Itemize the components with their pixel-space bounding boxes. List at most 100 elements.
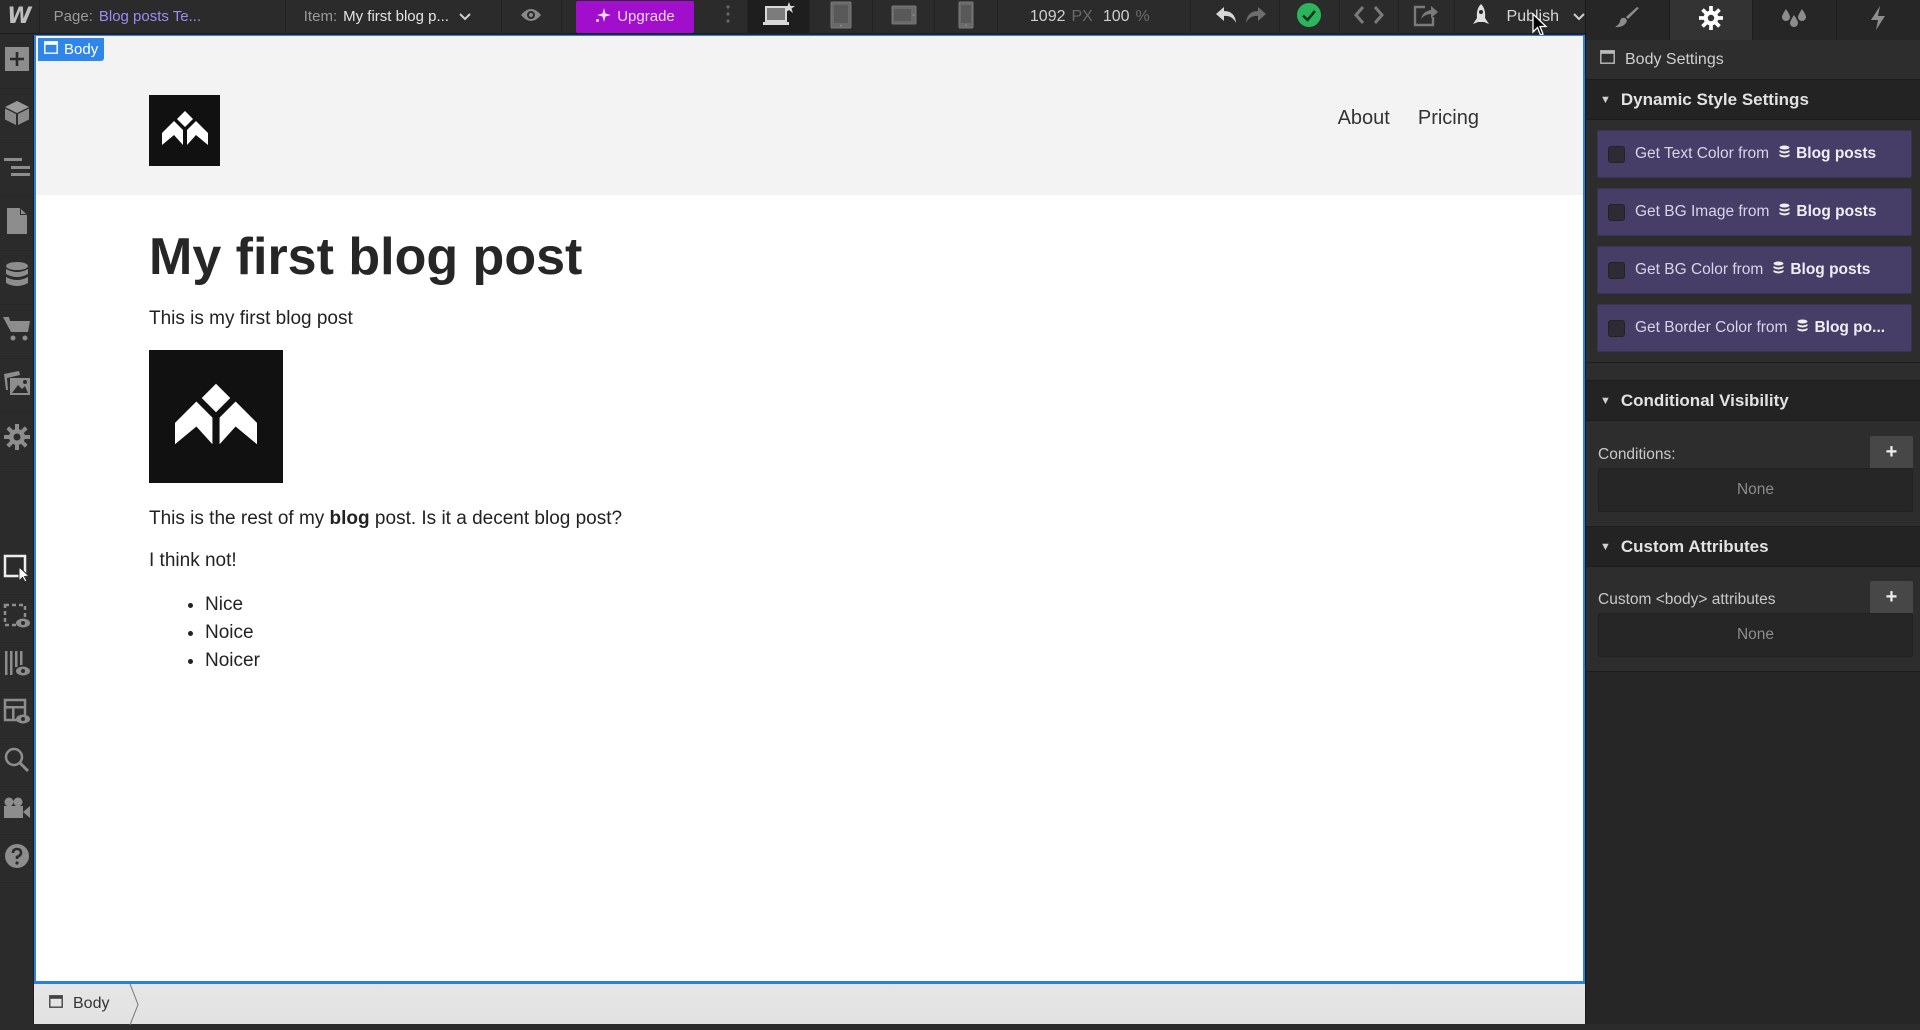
publish-button[interactable]: Publish: [1455, 0, 1585, 34]
conditions-row: Conditions: +: [1598, 436, 1913, 468]
cube-icon: [4, 100, 30, 131]
dynamic-border-color[interactable]: Get Border Color from Blog po...: [1597, 304, 1912, 352]
nav-link-pricing[interactable]: Pricing: [1418, 107, 1479, 130]
navigator-button[interactable]: [0, 143, 34, 197]
breadcrumb-item-body[interactable]: Body: [34, 984, 139, 1025]
body-window-icon: [44, 41, 58, 58]
checkbox[interactable]: [1608, 320, 1625, 337]
nav-link-about[interactable]: About: [1338, 107, 1390, 130]
assets-button[interactable]: [0, 359, 34, 413]
mountain-logo-icon: [175, 383, 257, 450]
xray-button[interactable]: [0, 643, 34, 691]
vertical-dots-icon: [726, 4, 730, 29]
site-navbar[interactable]: About Pricing: [36, 36, 1583, 195]
pages-button[interactable]: [0, 197, 34, 251]
section-dynamic-style[interactable]: ▼ Dynamic Style Settings: [1586, 80, 1920, 120]
tab-interactions[interactable]: [1753, 0, 1837, 40]
add-condition-button[interactable]: +: [1870, 436, 1913, 468]
gear-icon: [4, 424, 30, 455]
selected-element-tag[interactable]: Body: [38, 38, 104, 61]
canvas-width-unit: PX: [1071, 8, 1092, 26]
item-label: Item:: [304, 8, 337, 25]
dynamic-text-color[interactable]: Get Text Color from Blog posts: [1597, 130, 1912, 178]
body-window-icon: [1600, 50, 1615, 69]
add-attribute-button[interactable]: +: [1870, 581, 1913, 613]
search-icon: [4, 747, 30, 778]
conditions-empty: None: [1598, 468, 1913, 512]
guides-preview-button[interactable]: [0, 691, 34, 739]
breadcrumb-separator-icon: [129, 984, 139, 1030]
preview-edges-button[interactable]: [0, 595, 34, 643]
code-brackets-icon: [1354, 5, 1384, 29]
site-logo[interactable]: [149, 95, 220, 166]
search-button[interactable]: [0, 739, 34, 787]
post-title[interactable]: My first blog post: [149, 225, 1583, 289]
post-second-paragraph[interactable]: I think not!: [149, 549, 1583, 573]
tablet-icon: [830, 1, 852, 33]
post-body-paragraph[interactable]: This is the rest of my blog post. Is it …: [149, 507, 1583, 531]
layout-eye-icon: [3, 698, 31, 731]
custom-attributes-row: Custom <body> attributes +: [1598, 581, 1913, 613]
webflow-logo[interactable]: W: [0, 0, 40, 34]
checkbox[interactable]: [1608, 204, 1625, 221]
upgrade-button[interactable]: Upgrade: [576, 1, 694, 33]
section-conditional-visibility[interactable]: ▼ Conditional Visibility: [1586, 381, 1920, 421]
select-element-button[interactable]: [0, 547, 34, 595]
breakpoint-mobile-landscape[interactable]: [873, 0, 935, 34]
add-panel-button[interactable]: [0, 35, 34, 89]
tab-style[interactable]: [1586, 0, 1670, 40]
video-tutorials-button[interactable]: [0, 787, 34, 835]
list-item: Noicer: [205, 647, 1583, 675]
page-selector[interactable]: Page: Blog posts Te...: [40, 0, 286, 34]
publish-status-button[interactable]: [1280, 0, 1339, 34]
breakpoint-tablet[interactable]: [810, 0, 872, 34]
dynamic-style-list: Get Text Color from Blog posts Get BG Im…: [1586, 120, 1920, 363]
breakpoint-mobile-portrait[interactable]: [935, 0, 997, 34]
check-circle-icon: [1296, 2, 1322, 32]
post-image[interactable]: [149, 350, 283, 483]
brush-icon: [1614, 7, 1640, 34]
item-value: My first blog p...: [343, 8, 449, 25]
dynamic-bg-image[interactable]: Get BG Image from Blog posts: [1597, 188, 1912, 236]
canvas-width-value[interactable]: 1092: [1030, 8, 1066, 26]
checkbox[interactable]: [1608, 146, 1625, 163]
tab-lightning[interactable]: [1837, 0, 1920, 40]
breakpoint-desktop[interactable]: [748, 0, 810, 34]
canvas-dimensions: 1092 PX 100 %: [998, 0, 1191, 34]
redo-icon[interactable]: [1245, 6, 1267, 28]
preview-button[interactable]: [502, 0, 561, 34]
top-toolbar: W Page: Blog posts Te... Item: My first …: [0, 0, 1585, 34]
section-custom-attributes[interactable]: ▼ Custom Attributes: [1586, 527, 1920, 567]
undo-icon[interactable]: [1215, 6, 1237, 28]
page-label: Page:: [54, 8, 93, 25]
checkbox[interactable]: [1608, 262, 1625, 279]
nav-links: About Pricing: [1338, 107, 1479, 130]
item-selector[interactable]: Item: My first blog p...: [286, 0, 502, 34]
post-list[interactable]: Nice Noice Noicer: [149, 591, 1583, 675]
blog-post: My first blog post This is my first blog…: [36, 195, 1583, 675]
dynamic-bg-color[interactable]: Get BG Color from Blog posts: [1597, 246, 1912, 294]
more-options-button[interactable]: [708, 0, 748, 34]
design-canvas[interactable]: Body About Pricing My first blog post Th…: [34, 35, 1585, 983]
settings-panel: Body Settings ▼ Dynamic Style Settings G…: [1585, 0, 1920, 1024]
bold-text: blog: [330, 508, 370, 529]
share-button[interactable]: [1399, 0, 1455, 34]
gear-icon: [1699, 6, 1723, 35]
help-icon: [4, 843, 30, 874]
settings-button[interactable]: [0, 413, 34, 467]
sparkle-icon: [595, 7, 611, 27]
components-button[interactable]: [0, 89, 34, 143]
tab-settings[interactable]: [1670, 0, 1754, 40]
mobile-portrait-icon: [958, 1, 974, 33]
help-button[interactable]: [0, 835, 34, 883]
caret-down-icon: ▼: [1600, 395, 1611, 407]
cms-button[interactable]: [0, 251, 34, 305]
zoom-value[interactable]: 100: [1103, 8, 1130, 26]
ecommerce-button[interactable]: [0, 305, 34, 359]
lightning-icon: [1869, 6, 1887, 35]
list-item: Noice: [205, 619, 1583, 647]
rocket-icon: [1469, 3, 1493, 31]
cart-icon: [3, 316, 31, 347]
post-intro[interactable]: This is my first blog post: [149, 307, 1583, 331]
code-export-button[interactable]: [1340, 0, 1399, 34]
